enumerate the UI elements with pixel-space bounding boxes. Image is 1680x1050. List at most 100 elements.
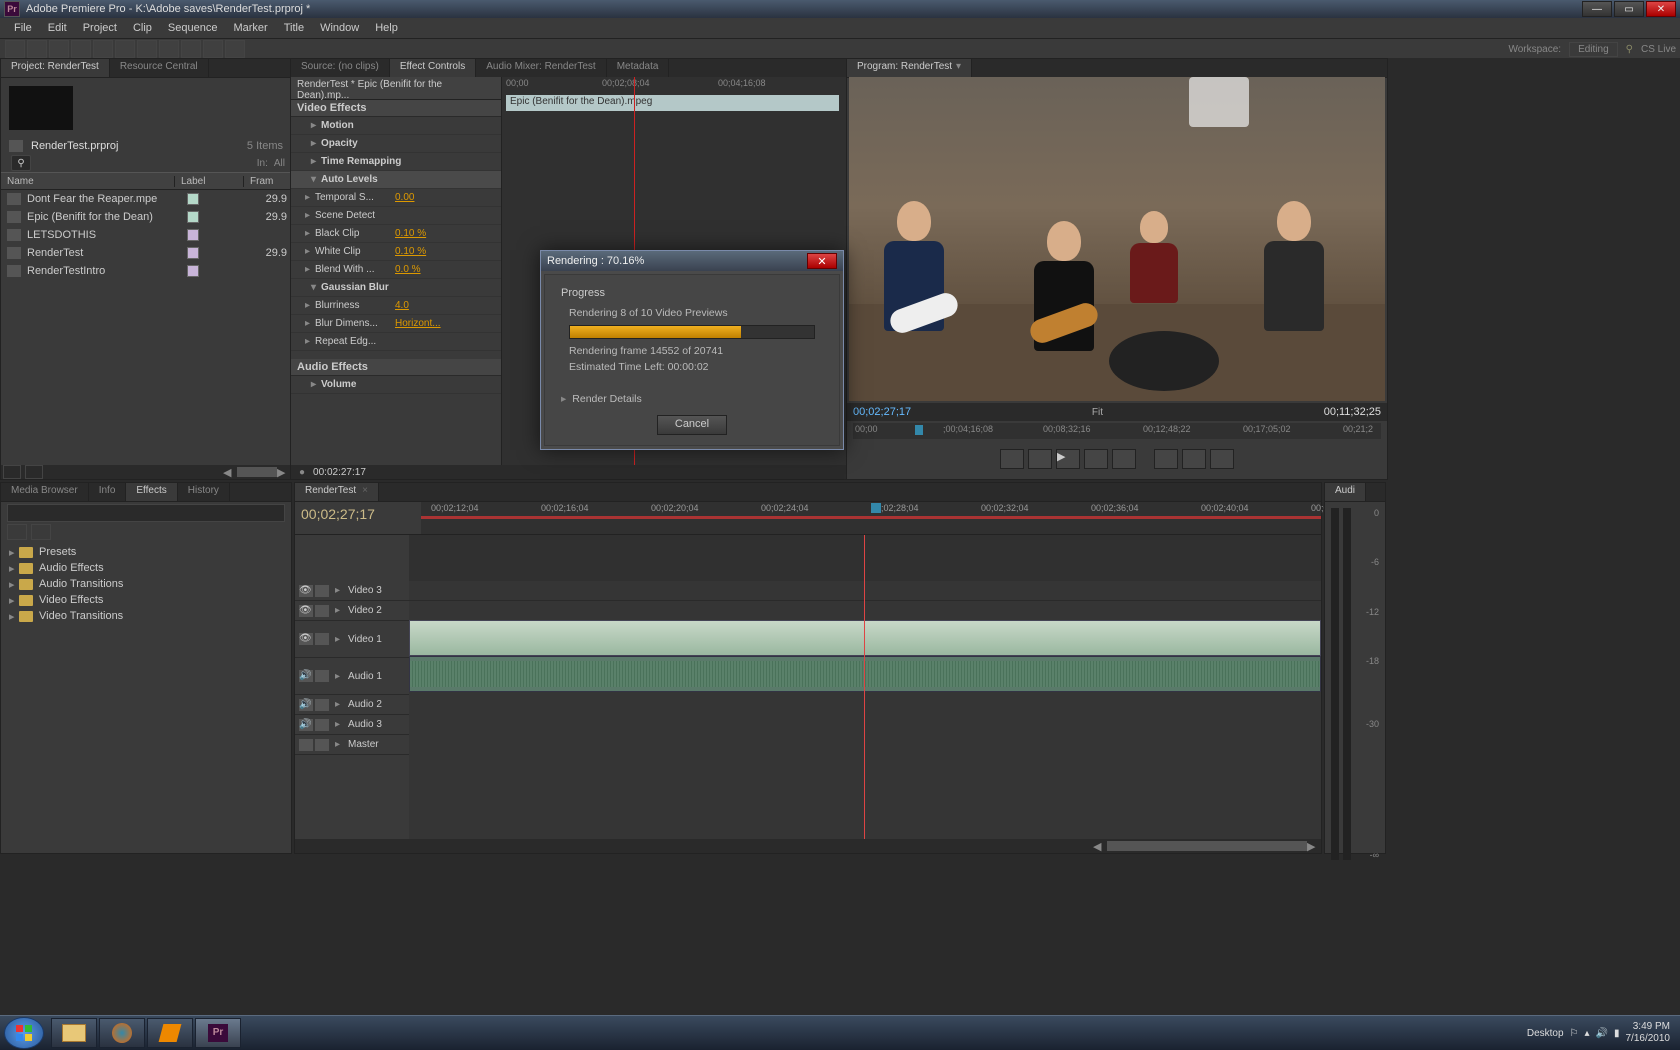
- effect-property-row[interactable]: ▸Repeat Edg...: [291, 333, 501, 351]
- twirl-icon[interactable]: ▸: [9, 562, 19, 575]
- taskbar-premiere-icon[interactable]: Pr: [195, 1018, 241, 1048]
- play-button[interactable]: ▶: [1056, 449, 1080, 469]
- track-header[interactable]: 🔊▸Audio 2: [295, 695, 409, 715]
- rate-stretch-tool-icon[interactable]: [93, 40, 113, 58]
- twirl-icon[interactable]: ▸: [305, 264, 315, 275]
- tab-dropdown-icon[interactable]: ▾: [956, 61, 961, 72]
- tab-info[interactable]: Info: [89, 483, 127, 501]
- twirl-icon[interactable]: ▸: [305, 228, 315, 239]
- track-select-tool-icon[interactable]: [27, 40, 47, 58]
- effect-property-row[interactable]: ▸Blurriness4.0: [291, 297, 501, 315]
- twirl-icon[interactable]: ▸: [9, 546, 19, 559]
- tab-project[interactable]: Project: RenderTest: [1, 59, 110, 77]
- scroll-thumb[interactable]: [237, 467, 277, 477]
- effect-gaussian-blur[interactable]: Gaussian Blur: [321, 282, 389, 293]
- zoom-tool-icon[interactable]: [225, 40, 245, 58]
- effect-time-remapping[interactable]: Time Remapping: [321, 156, 401, 167]
- program-current-time[interactable]: 00;02;27;17: [853, 406, 911, 418]
- effect-property-row[interactable]: ▸Blur Dimens...Horizont...: [291, 315, 501, 333]
- eye-icon[interactable]: 👁: [299, 633, 313, 645]
- menu-sequence[interactable]: Sequence: [160, 22, 226, 34]
- twirl-icon[interactable]: ▸: [311, 156, 321, 167]
- lock-icon[interactable]: [315, 739, 329, 751]
- lock-icon[interactable]: [315, 605, 329, 617]
- property-value[interactable]: 0.0 %: [395, 264, 421, 275]
- timeline-playhead[interactable]: [864, 535, 865, 853]
- export-frame-button[interactable]: [1210, 449, 1234, 469]
- property-value[interactable]: Horizont...: [395, 318, 441, 329]
- twirl-icon[interactable]: ▸: [305, 336, 315, 347]
- effects-filter-32-icon[interactable]: [7, 524, 27, 540]
- track-twirl-icon[interactable]: ▸: [335, 585, 340, 596]
- menu-marker[interactable]: Marker: [225, 22, 275, 34]
- close-tab-icon[interactable]: ×: [362, 485, 368, 496]
- property-value[interactable]: 0.00: [395, 192, 414, 203]
- track-header[interactable]: 🔊▸Audio 3: [295, 715, 409, 735]
- property-value[interactable]: 4.0: [395, 300, 409, 311]
- tab-audio-mixer[interactable]: Audio Mixer: RenderTest: [476, 59, 607, 77]
- track-twirl-icon[interactable]: ▸: [335, 605, 340, 616]
- lock-icon[interactable]: [315, 670, 329, 682]
- track-twirl-icon[interactable]: ▸: [335, 634, 340, 645]
- track-header[interactable]: 👁▸Video 1: [295, 621, 409, 658]
- slide-tool-icon[interactable]: [159, 40, 179, 58]
- project-search-input[interactable]: [11, 155, 31, 171]
- twirl-icon[interactable]: ▸: [305, 192, 315, 203]
- lock-icon[interactable]: [315, 585, 329, 597]
- effect-motion[interactable]: Motion: [321, 120, 354, 131]
- go-to-in-button[interactable]: [1000, 449, 1024, 469]
- tray-clock[interactable]: 3:49 PM 7/16/2010: [1626, 1021, 1671, 1045]
- timeline-scroll-left-icon[interactable]: ◀: [1093, 840, 1107, 853]
- icon-view-icon[interactable]: [25, 465, 43, 479]
- effect-property-row[interactable]: ▸Temporal S...0.00: [291, 189, 501, 207]
- speaker-icon[interactable]: 🔊: [299, 699, 313, 711]
- tab-metadata[interactable]: Metadata: [607, 59, 670, 77]
- effect-volume[interactable]: Volume: [321, 379, 356, 390]
- hand-tool-icon[interactable]: [203, 40, 223, 58]
- effect-folder[interactable]: ▸Video Effects: [1, 592, 291, 608]
- col-frame[interactable]: Fram: [244, 176, 291, 187]
- selection-tool-icon[interactable]: [5, 40, 25, 58]
- menu-file[interactable]: File: [6, 22, 40, 34]
- lock-icon[interactable]: [315, 699, 329, 711]
- twirl-icon[interactable]: ▾: [311, 174, 321, 185]
- project-item[interactable]: RenderTest29.9: [1, 244, 291, 262]
- property-value[interactable]: 0.10 %: [395, 246, 426, 257]
- scroll-right-icon[interactable]: ▶: [277, 466, 291, 479]
- track-twirl-icon[interactable]: ▸: [335, 719, 340, 730]
- twirl-icon[interactable]: ▸: [305, 246, 315, 257]
- list-view-icon[interactable]: [3, 465, 21, 479]
- tray-network-icon[interactable]: ▮: [1614, 1028, 1620, 1039]
- twirl-icon[interactable]: ▸: [9, 594, 19, 607]
- clip-audio-1[interactable]: [409, 656, 1321, 692]
- twirl-icon[interactable]: ▾: [311, 282, 321, 293]
- timeline-scroll-thumb[interactable]: [1107, 841, 1307, 851]
- timeline-current-time[interactable]: 00;02;27;17: [301, 506, 415, 522]
- eye-icon[interactable]: [299, 739, 313, 751]
- track-header[interactable]: 👁▸Video 3: [295, 581, 409, 601]
- col-name[interactable]: Name: [1, 176, 175, 187]
- menu-clip[interactable]: Clip: [125, 22, 160, 34]
- tab-media-browser[interactable]: Media Browser: [1, 483, 89, 501]
- effects-search-input[interactable]: [7, 504, 285, 522]
- effect-auto-levels[interactable]: Auto Levels: [321, 174, 378, 185]
- col-label[interactable]: Label: [175, 176, 244, 187]
- effect-property-row[interactable]: ▸White Clip0.10 %: [291, 243, 501, 261]
- menu-project[interactable]: Project: [75, 22, 125, 34]
- speaker-icon[interactable]: 🔊: [299, 670, 313, 682]
- effect-folder[interactable]: ▸Audio Transitions: [1, 576, 291, 592]
- tab-history[interactable]: History: [178, 483, 230, 501]
- search-icon[interactable]: ⚲: [1626, 44, 1633, 55]
- twirl-icon[interactable]: ▸: [305, 300, 315, 311]
- effect-folder[interactable]: ▸Presets: [1, 544, 291, 560]
- effect-property-row[interactable]: ▸Scene Detect: [291, 207, 501, 225]
- project-item[interactable]: Epic (Benifit for the Dean)29.9: [1, 208, 291, 226]
- maximize-button[interactable]: ▭: [1614, 1, 1644, 17]
- twirl-icon[interactable]: ▸: [305, 210, 315, 221]
- ripple-tool-icon[interactable]: [49, 40, 69, 58]
- twirl-icon[interactable]: ▸: [9, 610, 19, 623]
- project-item[interactable]: LETSDOTHIS: [1, 226, 291, 244]
- track-header[interactable]: 🔊▸Audio 1: [295, 658, 409, 695]
- lock-icon[interactable]: [315, 719, 329, 731]
- rolling-tool-icon[interactable]: [71, 40, 91, 58]
